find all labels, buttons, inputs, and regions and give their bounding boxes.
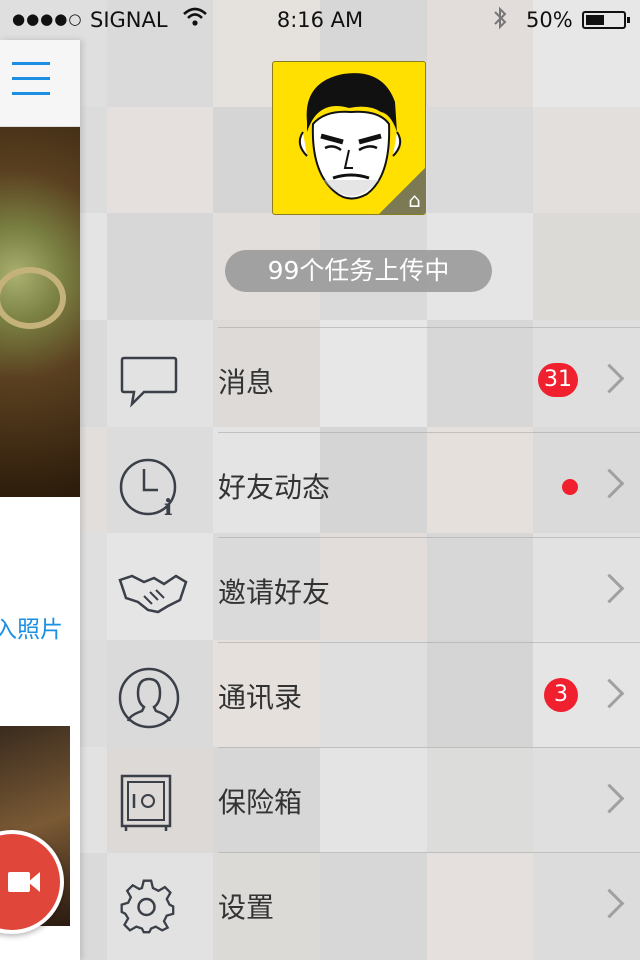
handshake-icon	[118, 562, 188, 622]
upload-status-pill[interactable]: 99个任务上传中	[225, 250, 492, 292]
contact-person-icon	[118, 667, 180, 729]
menu-item-contacts[interactable]: 通讯录 3	[118, 642, 640, 747]
menu-item-invite-friends[interactable]: 邀请好友	[118, 537, 640, 642]
main-content-peek[interactable]: 入照片	[0, 40, 80, 960]
menu-item-label: 通讯录	[218, 681, 303, 714]
menu-item-messages[interactable]: 消息 31	[120, 327, 640, 432]
new-activity-dot	[562, 479, 578, 495]
contacts-badge: 3	[544, 678, 578, 712]
bluetooth-icon	[492, 6, 508, 35]
chevron-right-icon	[594, 573, 625, 604]
chameleon-photo[interactable]	[0, 127, 80, 497]
message-bubble-icon	[118, 352, 178, 412]
video-camera-icon	[8, 872, 30, 892]
chevron-right-icon	[594, 678, 625, 709]
gear-icon	[118, 877, 178, 937]
menu-item-friend-activity[interactable]: i 好友动态	[119, 432, 640, 537]
home-icon: ⌂	[408, 188, 421, 212]
safe-icon	[118, 772, 178, 832]
menu-item-label: 好友动态	[218, 471, 331, 504]
side-menu: 消息 31 i 好友动态 邀请好友 通讯录 3 保险箱 设置	[80, 327, 640, 957]
main-nav-bar	[0, 40, 80, 127]
menu-item-safe-box[interactable]: 保险箱	[120, 747, 640, 852]
battery-icon	[582, 11, 630, 29]
menu-item-settings[interactable]: 设置	[120, 852, 640, 957]
status-bar: ●●●●○ SIGNAL 8:16 AM 50%	[0, 0, 640, 40]
menu-item-label: 设置	[218, 891, 275, 924]
menu-item-label: 消息	[218, 366, 275, 399]
chevron-right-icon	[594, 363, 625, 394]
chevron-right-icon	[594, 468, 625, 499]
hamburger-menu-icon[interactable]	[12, 62, 50, 95]
clock-info-icon: i	[118, 457, 178, 521]
unread-badge: 31	[538, 363, 578, 397]
import-photos-link[interactable]: 入照片	[0, 610, 63, 644]
svg-text:i: i	[164, 495, 172, 519]
user-avatar[interactable]: ⌂	[272, 61, 426, 215]
chevron-right-icon	[594, 888, 625, 919]
menu-item-label: 邀请好友	[218, 576, 331, 609]
menu-item-label: 保险箱	[218, 786, 303, 819]
battery-percent: 50%	[526, 8, 573, 32]
chevron-right-icon	[594, 783, 625, 814]
